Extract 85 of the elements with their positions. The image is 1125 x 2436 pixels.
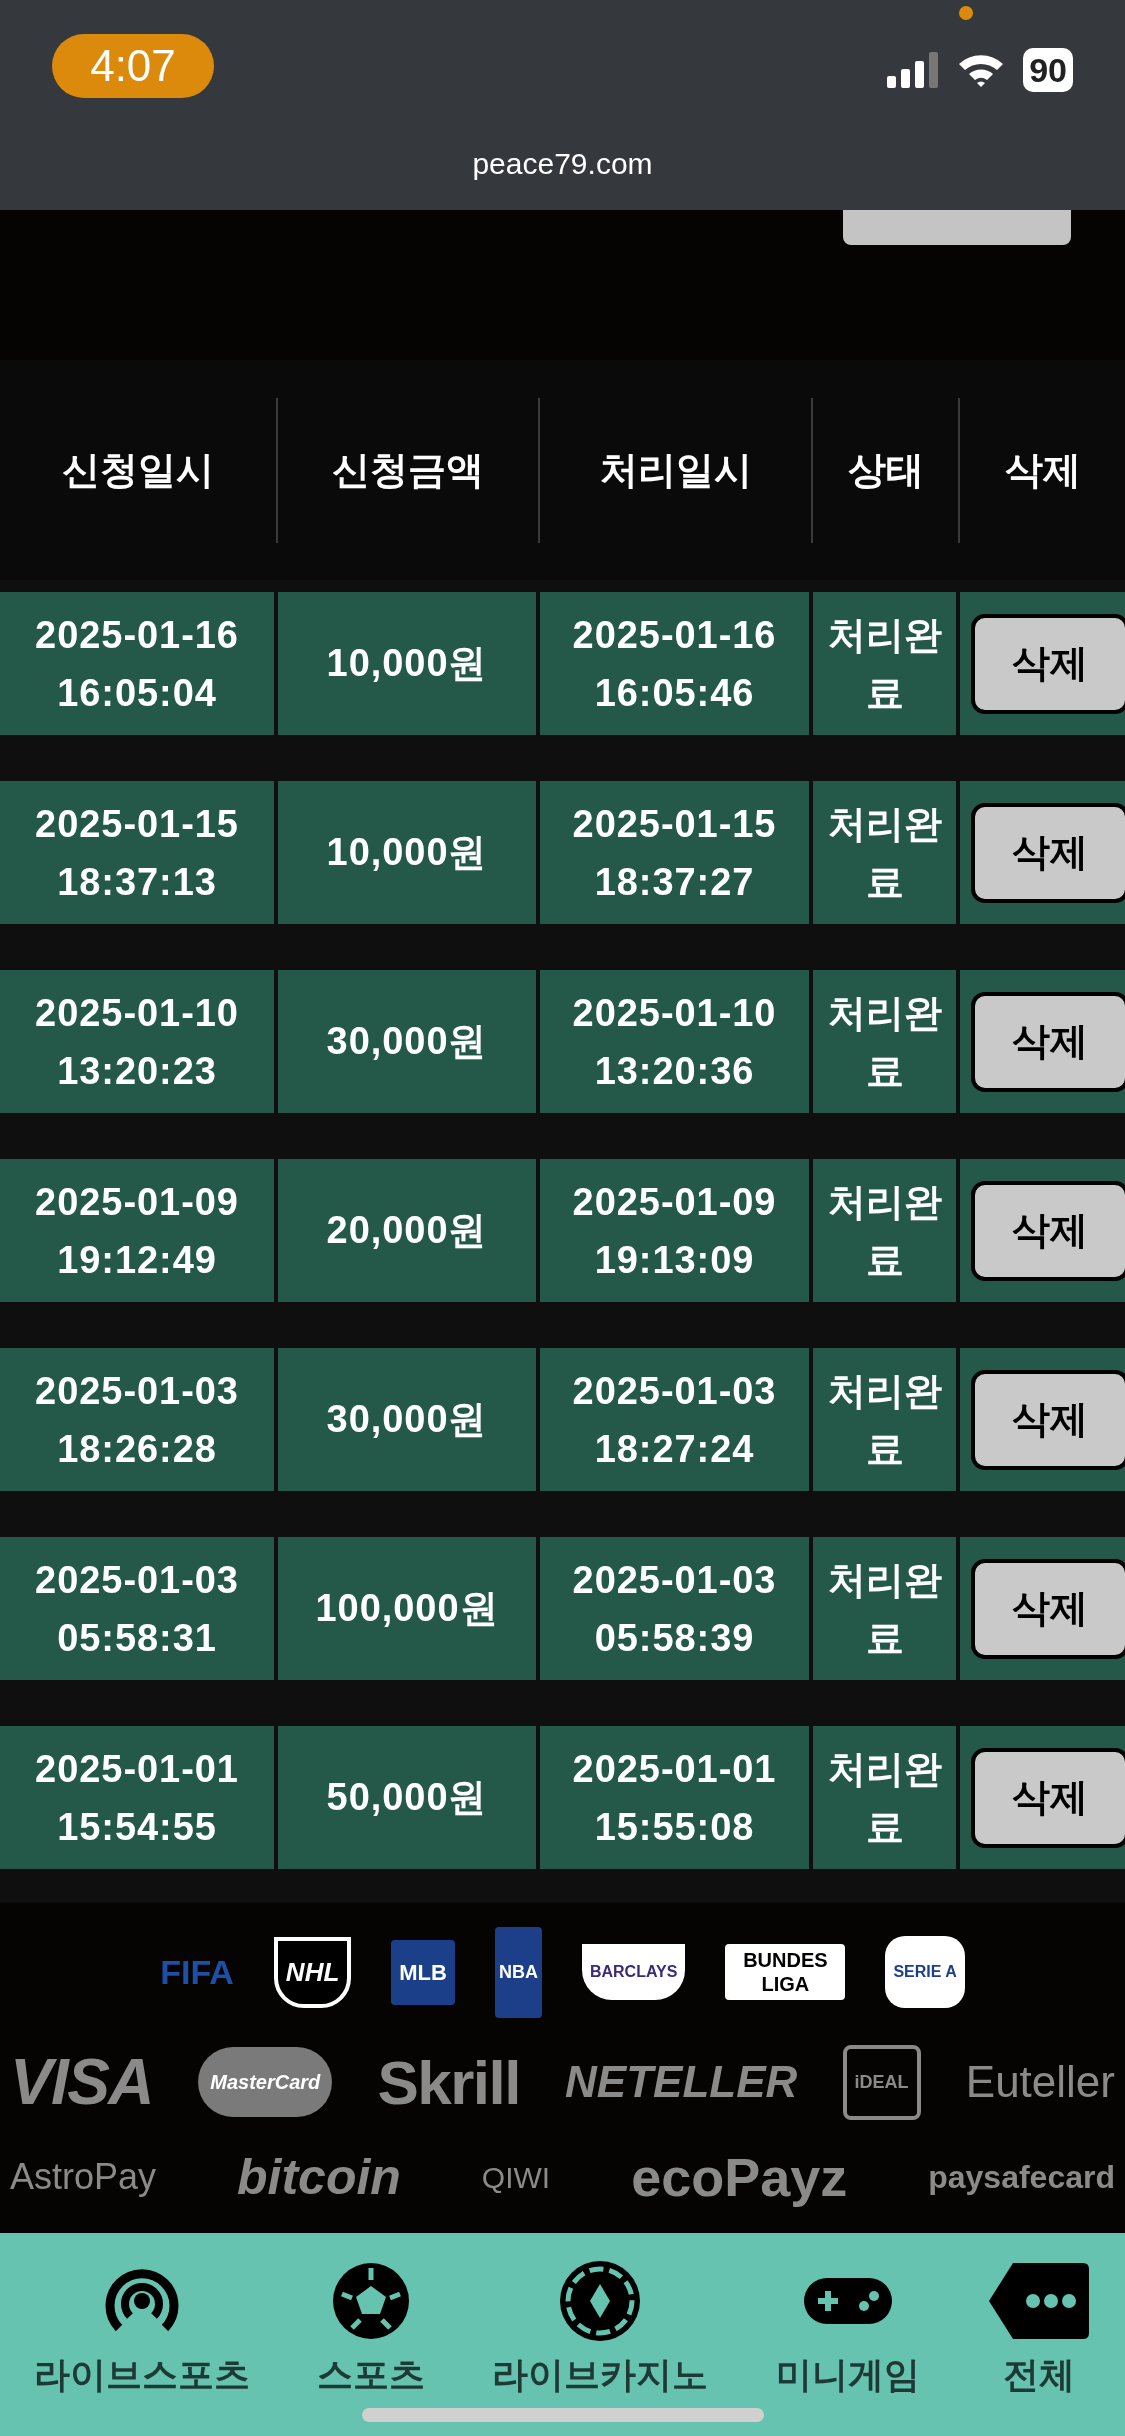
nav-tab[interactable]: 라이브스포츠 xyxy=(33,2253,250,2397)
battery-indicator: 90 xyxy=(1023,48,1073,92)
date-text: 2025-01-03 xyxy=(572,1368,777,1414)
time-text: 19:12:49 xyxy=(57,1237,217,1283)
date-text: 2025-01-16 xyxy=(572,612,777,658)
signal-icon xyxy=(887,52,940,88)
league-logo: SERIE A xyxy=(885,1936,965,2008)
status-text: 처리완료 xyxy=(826,1179,943,1283)
amount-text: 100,000원 xyxy=(315,1586,499,1631)
nav-tab[interactable]: 라이브카지노 xyxy=(492,2253,709,2397)
delete-button[interactable]: 삭제 xyxy=(971,991,1125,1092)
time-text: 18:37:27 xyxy=(594,859,755,905)
more-icon xyxy=(987,2261,1092,2341)
league-logo: NHL xyxy=(273,1936,352,2008)
payment-logo: QIWI xyxy=(481,2159,551,2196)
date-text: 2025-01-09 xyxy=(572,1179,777,1225)
payment-logo: NETELLER xyxy=(565,2056,798,2108)
time-text: 15:55:08 xyxy=(594,1804,755,1850)
time-text: 15:54:55 xyxy=(57,1804,217,1850)
payment-logo: VISA xyxy=(10,2045,153,2120)
status-text: 처리완료 xyxy=(826,990,943,1094)
delete-button[interactable]: 삭제 xyxy=(971,613,1125,714)
column-header: 신청금액 xyxy=(332,447,484,493)
date-text: 2025-01-10 xyxy=(572,990,777,1036)
status-text: 처리완료 xyxy=(826,1557,943,1661)
time-text: 19:13:09 xyxy=(594,1237,755,1283)
amount-text: 50,000원 xyxy=(326,1775,488,1820)
time-text: 16:05:46 xyxy=(594,670,755,716)
url-text: peace79.com xyxy=(472,146,653,182)
league-logo: BUNDES LIGA xyxy=(725,1944,846,2000)
delete-button[interactable]: 삭제 xyxy=(971,1558,1125,1659)
date-text: 2025-01-03 xyxy=(35,1557,239,1603)
payment-logo: paysafecard xyxy=(928,2158,1115,2197)
delete-button[interactable]: 삭제 xyxy=(971,1180,1125,1281)
delete-button[interactable]: 삭제 xyxy=(971,1747,1125,1848)
date-text: 2025-01-15 xyxy=(572,801,777,847)
payment-logo: Skrill xyxy=(377,2046,520,2119)
wifi-icon xyxy=(957,52,1006,88)
nav-tab[interactable]: 스포츠 xyxy=(317,2253,426,2397)
date-text: 2025-01-16 xyxy=(35,612,239,658)
amount-text: 30,000원 xyxy=(326,1019,488,1064)
status-time: 4:07 xyxy=(52,34,214,98)
time-text: 18:37:13 xyxy=(57,859,217,905)
payment-logo: Euteller xyxy=(965,2056,1115,2108)
date-text: 2025-01-10 xyxy=(35,990,239,1036)
payment-logo: iDEAL xyxy=(842,2044,921,2120)
amount-text: 20,000원 xyxy=(326,1208,488,1253)
time-text: 18:27:24 xyxy=(594,1426,755,1472)
time-text: 05:58:39 xyxy=(594,1615,755,1661)
time-text: 13:20:23 xyxy=(57,1048,217,1094)
payment-logo: AstroPay xyxy=(10,2155,157,2199)
status-text: 처리완료 xyxy=(826,1368,943,1472)
delete-all-button[interactable] xyxy=(843,210,1071,245)
delete-button[interactable]: 삭제 xyxy=(971,1369,1125,1470)
status-text: 처리완료 xyxy=(826,612,943,716)
date-text: 2025-01-15 xyxy=(35,801,239,847)
privacy-indicator-icon xyxy=(959,6,974,20)
payment-logo: MasterCard xyxy=(198,2047,333,2117)
payment-logo: ecoPayz xyxy=(631,2145,848,2209)
date-text: 2025-01-03 xyxy=(35,1368,239,1414)
amount-text: 30,000원 xyxy=(326,1397,488,1442)
league-logo: NBA xyxy=(494,1926,542,2018)
time-text: 05:58:31 xyxy=(57,1615,217,1661)
column-header: 처리일시 xyxy=(599,447,752,493)
status-text: 처리완료 xyxy=(826,1746,943,1850)
column-header: 상태 xyxy=(847,447,924,493)
league-logo: MLB xyxy=(391,1939,455,2005)
time-text: 13:20:36 xyxy=(594,1048,755,1094)
league-logo: BARCLAYS xyxy=(581,1944,686,2000)
column-header: 신청일시 xyxy=(62,447,214,493)
status-text: 처리완료 xyxy=(826,801,943,905)
payment-logo: bitcoin xyxy=(237,2147,401,2207)
column-header: 삭제 xyxy=(1004,447,1081,493)
time-text: 16:05:04 xyxy=(57,670,217,716)
time-text: 18:26:28 xyxy=(57,1426,217,1472)
league-logo: FIFA xyxy=(160,1951,234,1993)
amount-text: 10,000원 xyxy=(326,830,488,875)
date-text: 2025-01-03 xyxy=(572,1557,777,1603)
date-text: 2025-01-09 xyxy=(35,1179,239,1225)
delete-button[interactable]: 삭제 xyxy=(971,802,1125,903)
amount-text: 10,000원 xyxy=(326,641,488,686)
nav-tab[interactable]: 미니게임 xyxy=(775,2253,920,2397)
date-text: 2025-01-01 xyxy=(35,1746,239,1792)
nav-tab[interactable]: 전체 xyxy=(987,2253,1092,2397)
date-text: 2025-01-01 xyxy=(572,1746,777,1792)
